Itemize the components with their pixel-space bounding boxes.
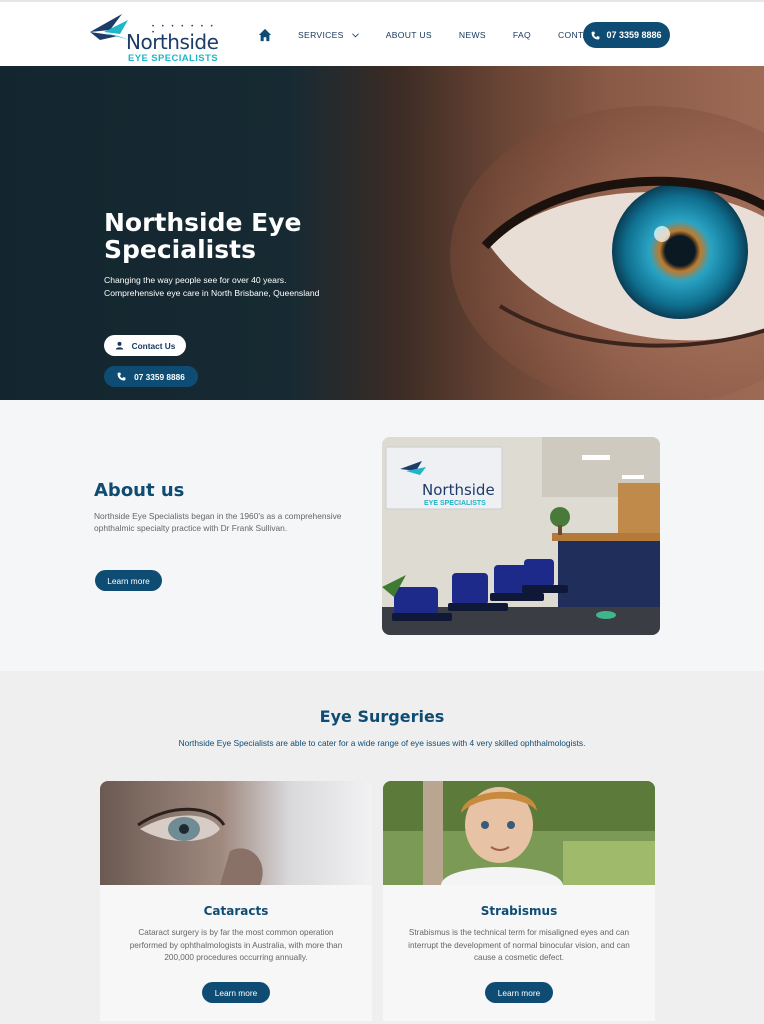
home-icon[interactable] <box>258 28 272 42</box>
sign-subtitle: EYE SPECIALISTS <box>424 500 486 507</box>
site-header: • • • • • • • • Northside EYE SPECIALIST… <box>0 0 764 66</box>
hero-title: Northside Eye Specialists <box>104 208 302 264</box>
phone-icon <box>592 31 600 39</box>
about-section: About us Northside Eye Specialists began… <box>0 400 764 671</box>
sign-name: Northside <box>422 481 495 499</box>
contact-us-label: Contact Us <box>131 340 176 351</box>
card-strabismus: Strabismus Strabismus is the technical t… <box>383 781 655 1021</box>
reception-illustration: Northside EYE SPECIALISTS <box>382 437 660 635</box>
about-text: Northside Eye Specialists began in the 1… <box>94 511 342 533</box>
hero-phone-label: 07 3359 8886 <box>134 371 185 382</box>
nav-about-us[interactable]: ABOUT US <box>386 30 432 40</box>
logo[interactable]: • • • • • • • • Northside EYE SPECIALIST… <box>88 10 220 64</box>
hero-section: Northside Eye Specialists Changing the w… <box>0 66 764 400</box>
card-cataracts: Cataracts Cataract surgery is by far the… <box>100 781 372 1021</box>
card-text-strabismus: Strabismus is the technical term for mis… <box>408 928 630 962</box>
about-learn-more-button[interactable]: Learn more <box>95 570 162 591</box>
nav-services-label: SERVICES <box>298 30 344 40</box>
logo-subtitle: EYE SPECIALISTS <box>128 53 218 64</box>
eye-image <box>450 106 764 400</box>
reception-photo: Northside EYE SPECIALISTS <box>382 437 660 635</box>
card-text-cataracts: Cataract surgery is by far the most comm… <box>129 928 343 962</box>
cataracts-learn-more-button[interactable]: Learn more <box>202 982 270 1003</box>
nav-faq[interactable]: FAQ <box>513 30 531 40</box>
header-phone-label: 07 3359 8886 <box>606 30 662 40</box>
cataracts-photo <box>100 781 372 885</box>
hero-text-line-2: Comprehensive eye care in North Brisbane… <box>104 288 320 298</box>
nav-services[interactable]: SERVICES <box>298 30 359 40</box>
hero-phone-button[interactable]: 07 3359 8886 <box>104 366 198 387</box>
surgeries-title: Eye Surgeries <box>319 707 445 726</box>
user-icon <box>115 341 123 350</box>
surgeries-section: Eye Surgeries Northside Eye Specialists … <box>0 671 764 1024</box>
header-phone-button[interactable]: 07 3359 8886 <box>583 22 670 48</box>
surgeries-subtitle: Northside Eye Specialists are able to ca… <box>178 738 586 748</box>
strabismus-learn-more-button[interactable]: Learn more <box>485 982 553 1003</box>
about-title: About us <box>94 480 185 501</box>
contact-us-button[interactable]: Contact Us <box>104 335 186 356</box>
logo-name: Northside <box>126 30 219 54</box>
chevron-down-icon <box>351 32 359 37</box>
card-title-strabismus: Strabismus <box>480 904 558 918</box>
phone-icon <box>117 372 126 381</box>
hero-text-line-1: Changing the way people see for over 40 … <box>104 275 287 285</box>
hero-text: Changing the way people see for over 40 … <box>104 274 344 300</box>
card-title-cataracts: Cataracts <box>203 904 269 918</box>
strabismus-photo <box>383 781 655 885</box>
nav-news[interactable]: NEWS <box>459 30 486 40</box>
